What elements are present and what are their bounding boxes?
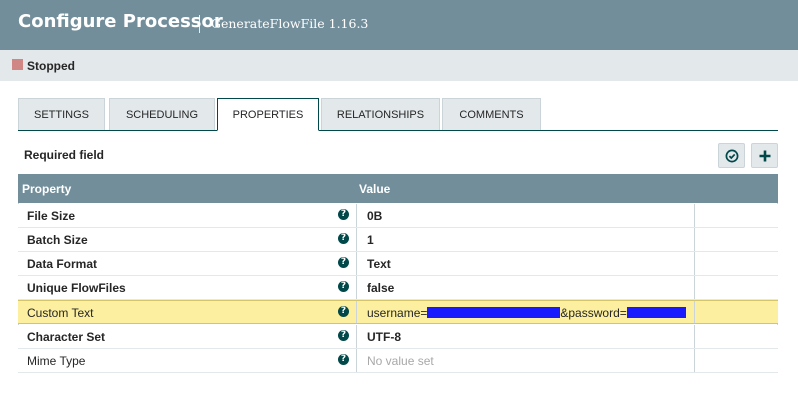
table-row[interactable]: Data Format ? Text: [18, 252, 778, 276]
check-circle-icon: [725, 149, 738, 162]
property-name: Mime Type: [27, 354, 86, 368]
table-row[interactable]: Character Set ? UTF-8: [18, 325, 778, 349]
column-divider: [694, 228, 695, 251]
column-divider: [694, 276, 695, 299]
property-name: Data Format: [27, 257, 98, 271]
value-password-prefix: &password=: [560, 306, 627, 320]
table-row[interactable]: File Size ? 0B: [18, 204, 778, 228]
column-divider: [694, 204, 695, 227]
property-name: Unique FlowFiles: [27, 281, 126, 295]
tab-comments[interactable]: COMMENTS: [442, 98, 541, 130]
column-divider: [694, 301, 695, 323]
help-icon[interactable]: ?: [338, 209, 349, 220]
processor-type-version: GenerateFlowFile 1.16.3: [211, 16, 369, 31]
status-text: Stopped: [27, 59, 75, 73]
property-value[interactable]: 1: [367, 233, 374, 247]
column-divider: [694, 349, 695, 372]
verify-properties-button[interactable]: [718, 143, 745, 168]
redaction-mark: [626, 307, 686, 318]
property-value[interactable]: 0B: [367, 209, 382, 223]
column-divider: [356, 252, 357, 275]
tab-relationships[interactable]: RELATIONSHIPS: [321, 98, 440, 130]
property-value[interactable]: UTF-8: [367, 330, 401, 344]
tab-underline: [18, 130, 778, 131]
help-icon[interactable]: ?: [338, 233, 349, 244]
column-header-property[interactable]: Property: [22, 182, 71, 196]
help-icon[interactable]: ?: [338, 330, 349, 341]
property-name: Character Set: [27, 330, 106, 344]
column-divider: [356, 228, 357, 251]
table-row-selected[interactable]: Custom Text ? username= &password=: [18, 300, 778, 324]
column-divider: [356, 301, 357, 323]
property-name: File Size: [27, 209, 76, 223]
add-property-button[interactable]: [751, 143, 778, 168]
tab-scheduling[interactable]: SCHEDULING: [109, 98, 215, 130]
property-name: Custom Text: [27, 306, 94, 320]
required-field-label: Required field: [24, 148, 105, 162]
column-divider: [356, 204, 357, 227]
property-name: Batch Size: [27, 233, 88, 247]
status-bar: Stopped: [0, 50, 798, 81]
column-header-value[interactable]: Value: [359, 182, 390, 196]
properties-table-header: Property Value: [18, 174, 778, 203]
tab-settings[interactable]: SETTINGS: [18, 98, 105, 130]
help-icon[interactable]: ?: [338, 281, 349, 292]
column-divider: [694, 252, 695, 275]
table-row[interactable]: Unique FlowFiles ? false: [18, 276, 778, 300]
help-icon[interactable]: ?: [338, 306, 349, 317]
plus-icon: [759, 150, 770, 161]
value-username-prefix: username=: [367, 306, 428, 320]
column-divider: [356, 349, 357, 372]
tab-properties[interactable]: PROPERTIES: [217, 98, 319, 131]
property-value[interactable]: username= &password=: [367, 306, 686, 320]
column-divider: [356, 276, 357, 299]
stopped-icon: [12, 59, 23, 70]
header-divider: [199, 15, 200, 33]
table-row[interactable]: Batch Size ? 1: [18, 228, 778, 252]
dialog-header: Configure Processor GenerateFlowFile 1.1…: [0, 0, 798, 50]
column-divider: [356, 325, 357, 348]
property-value[interactable]: false: [367, 281, 394, 295]
property-value-empty[interactable]: No value set: [367, 354, 434, 368]
property-value[interactable]: Text: [367, 257, 391, 271]
dialog-title: Configure Processor: [18, 11, 223, 32]
column-divider: [694, 325, 695, 348]
help-icon[interactable]: ?: [338, 257, 349, 268]
redaction-mark: [427, 307, 561, 318]
help-icon[interactable]: ?: [338, 354, 349, 365]
table-row[interactable]: Mime Type ? No value set: [18, 349, 778, 373]
